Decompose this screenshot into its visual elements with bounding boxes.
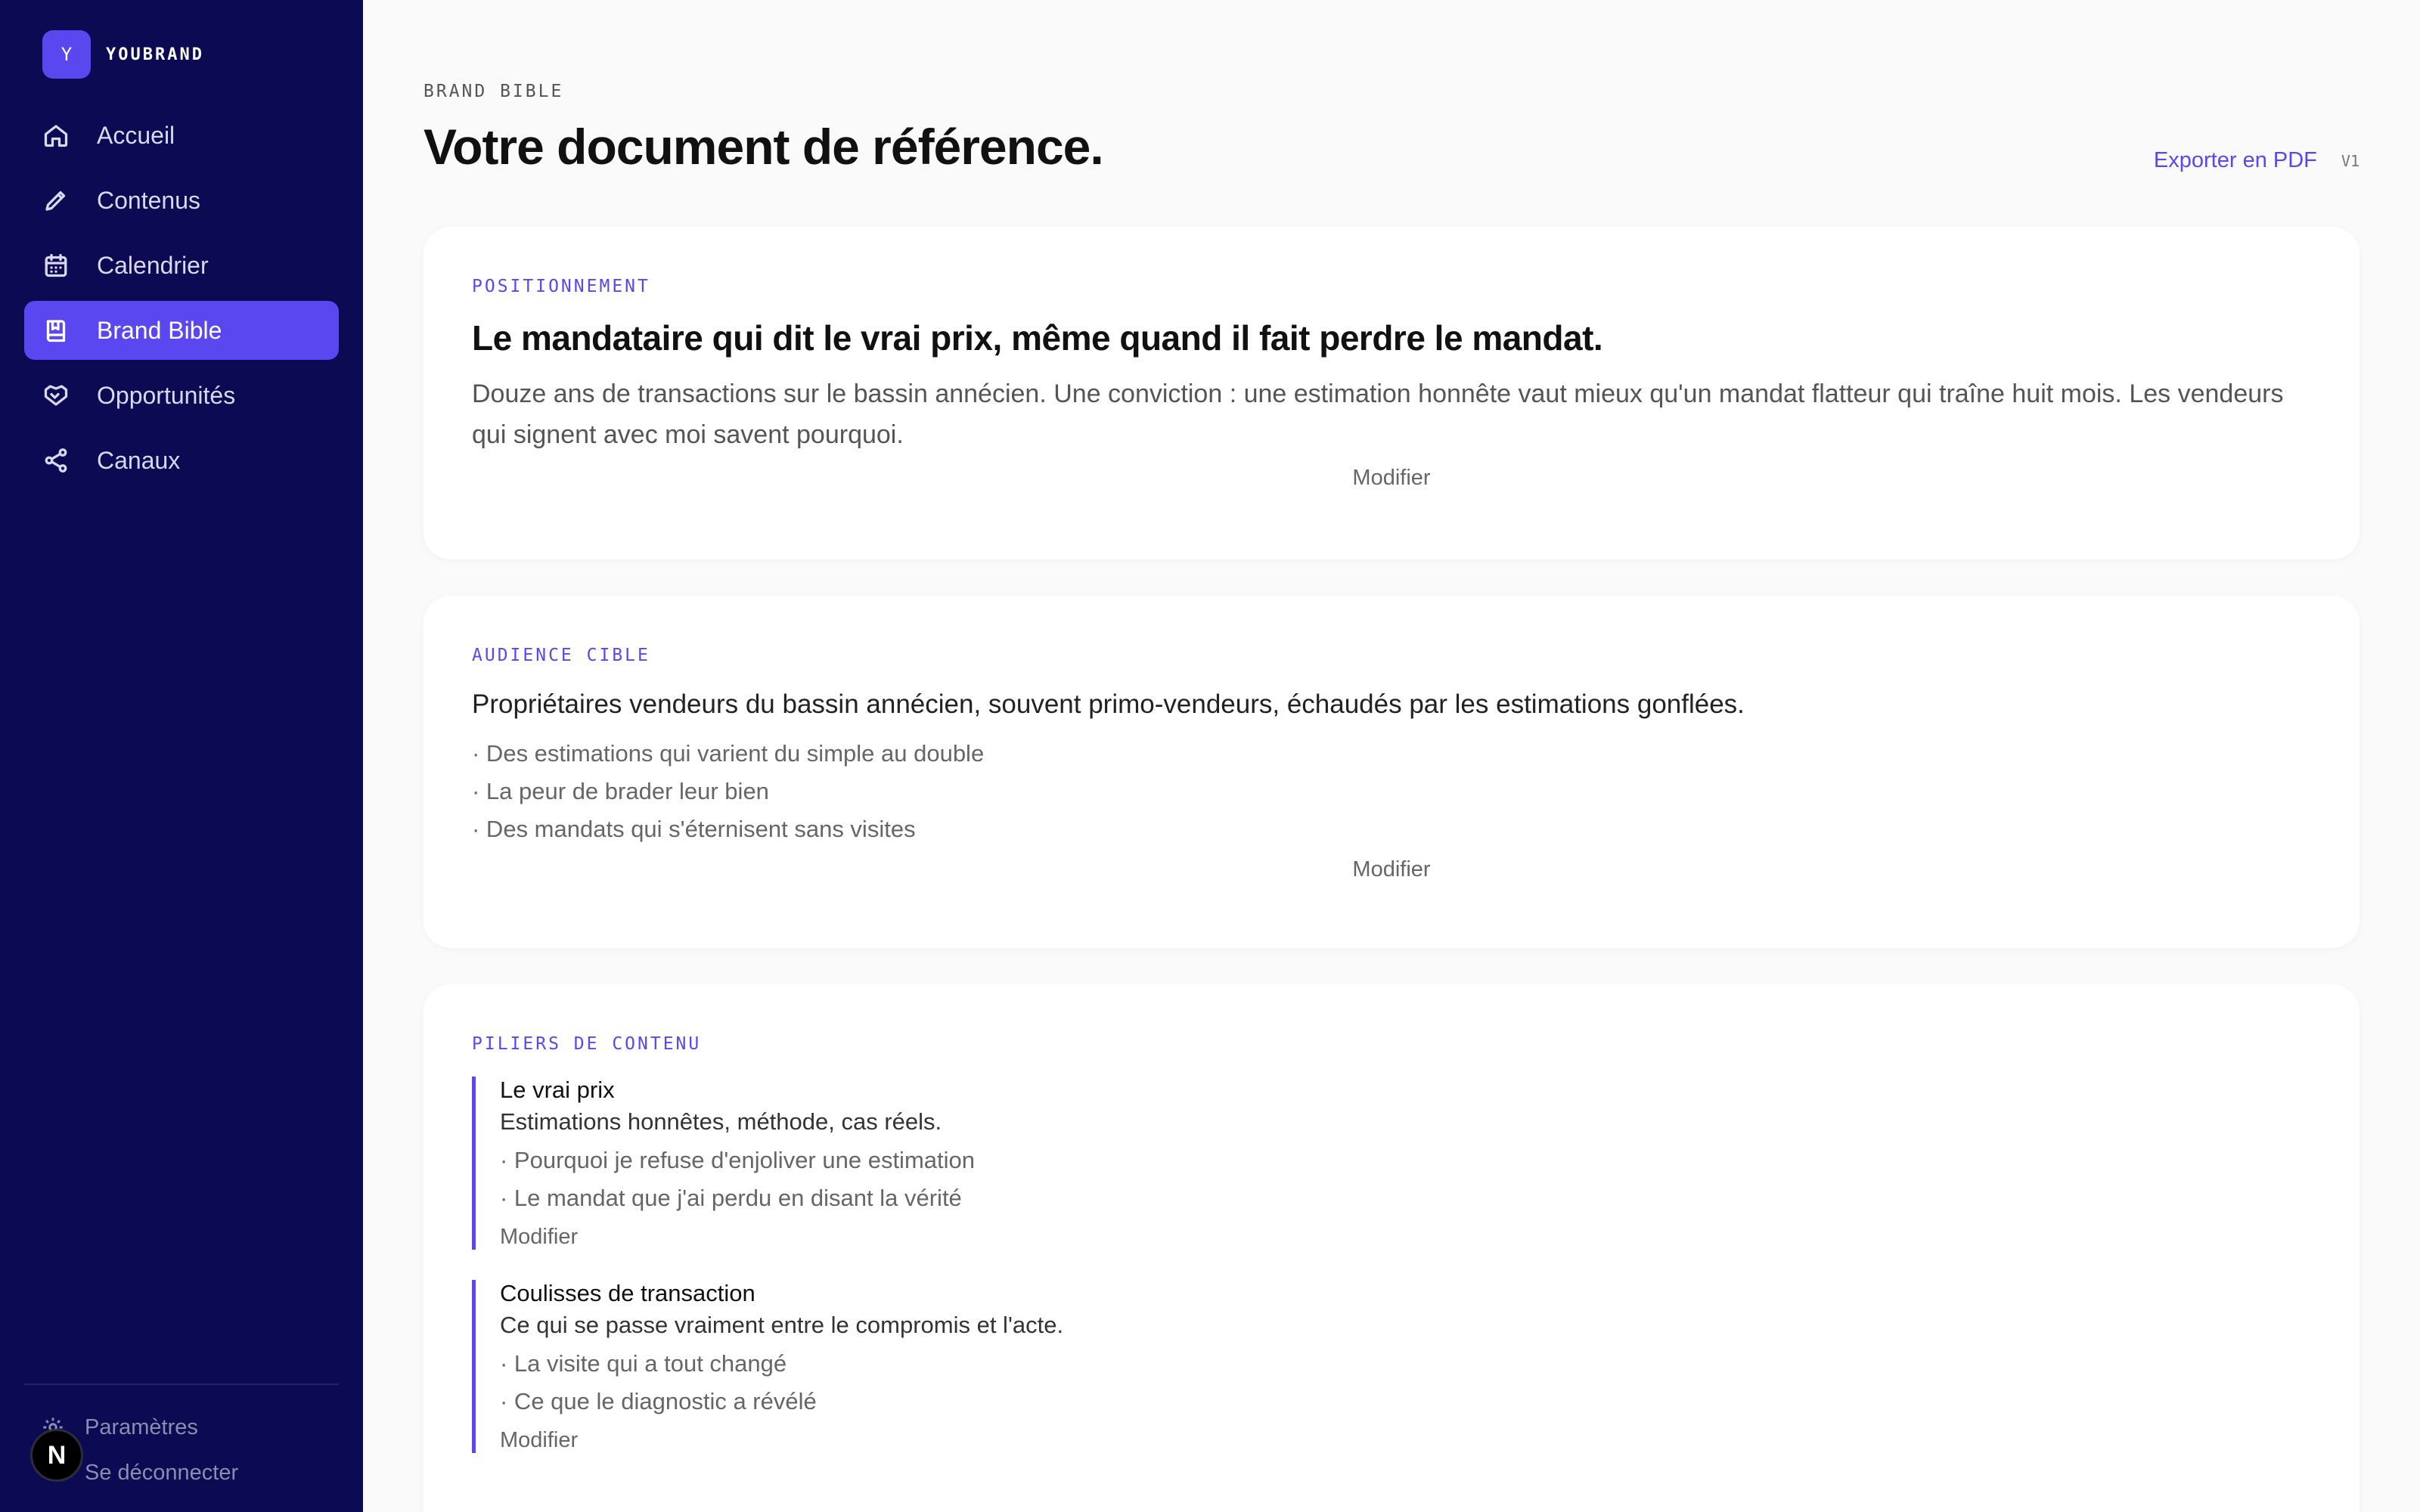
list-item: · Ce que le diagnostic a révélé <box>500 1388 817 1414</box>
sidebar-item-label: Brand Bible <box>97 316 222 344</box>
pillar-title: Le vrai prix <box>500 1077 615 1103</box>
brand[interactable]: Y YOUBRAND <box>42 30 204 79</box>
card-label: AUDIENCE CIBLE <box>472 646 650 665</box>
pillar-ideas: · Pourquoi je refuse d'enjoliver une est… <box>500 1142 2311 1217</box>
positioning-text: Douze ans de transactions sur le bassin … <box>472 380 2284 449</box>
sidebar-item-calendrier[interactable]: Calendrier <box>24 236 339 295</box>
sidebar-item-label: Opportunités <box>97 381 236 409</box>
modify-button[interactable]: Modifier <box>500 1225 2311 1250</box>
audience-lead: Propriétaires vendeurs du bassin annécie… <box>472 689 1745 719</box>
pillar-item: Le vrai prix Estimations honnêtes, métho… <box>472 1077 2311 1250</box>
home-icon <box>41 120 71 150</box>
dev-badge[interactable]: N <box>30 1429 83 1482</box>
version-badge: V1 <box>2341 151 2360 170</box>
page-title: Votre document de référence. <box>424 119 1104 175</box>
sidebar-item-canaux[interactable]: Canaux <box>24 431 339 490</box>
card-label: PILIERS DE CONTENU <box>472 1034 702 1054</box>
sidebar-divider <box>24 1383 339 1385</box>
settings-label: Paramètres <box>85 1414 198 1439</box>
brand-name: YOUBRAND <box>106 45 204 64</box>
sidebar-item-label: Canaux <box>97 446 181 474</box>
list-item: · Le mandat que j'ai perdu en disant la … <box>500 1185 962 1211</box>
audience-card: AUDIENCE CIBLE Propriétaires vendeurs du… <box>424 596 2360 948</box>
sidebar-item-contenus[interactable]: Contenus <box>24 171 339 230</box>
header-actions: Exporter en PDF V1 <box>2154 148 2360 173</box>
positioning-card: POSITIONNEMENT Le mandataire qui dit le … <box>424 227 2360 559</box>
sidebar-nav: Accueil Contenus Calendrier Brand Bible … <box>24 106 339 496</box>
list-item: · Pourquoi je refuse d'enjoliver une est… <box>500 1147 975 1173</box>
logout-label: Se déconnecter <box>85 1460 239 1485</box>
card-label: POSITIONNEMENT <box>472 277 650 296</box>
sidebar-item-accueil[interactable]: Accueil <box>24 106 339 165</box>
export-pdf-link[interactable]: Exporter en PDF <box>2154 148 2317 173</box>
brand-logo: Y <box>42 30 91 79</box>
list-item: · La peur de brader leur bien <box>472 778 769 804</box>
audience-pains: · Des estimations qui varient du simple … <box>472 735 2311 848</box>
pillars-card: PILIERS DE CONTENU Le vrai prix Estimati… <box>424 984 2360 1512</box>
sidebar-item-opportunites[interactable]: Opportunités <box>24 366 339 425</box>
positioning-headline: Le mandataire qui dit le vrai prix, même… <box>472 318 1603 358</box>
list-item: · La visite qui a tout changé <box>500 1350 787 1377</box>
modify-button[interactable]: Modifier <box>472 466 2311 491</box>
modify-button[interactable]: Modifier <box>500 1428 2311 1453</box>
sidebar-item-label: Calendrier <box>97 251 209 279</box>
pillar-desc: Estimations honnêtes, méthode, cas réels… <box>500 1108 942 1135</box>
pillar-desc: Ce qui se passe vraiment entre le compro… <box>500 1312 1064 1338</box>
sidebar: Y YOUBRAND Accueil Contenus Calendrier B… <box>0 0 363 1512</box>
list-item: · Des estimations qui varient du simple … <box>472 740 985 767</box>
pillar-item: Coulisses de transaction Ce qui se passe… <box>472 1280 2311 1453</box>
sidebar-item-label: Accueil <box>97 121 175 149</box>
modify-button[interactable]: Modifier <box>472 857 2311 882</box>
pillar-title: Coulisses de transaction <box>500 1280 755 1306</box>
list-item: · Des mandats qui s'éternisent sans visi… <box>472 816 916 842</box>
book-icon <box>41 315 71 345</box>
pillar-ideas: · La visite qui a tout changé · Ce que l… <box>500 1345 2311 1421</box>
sidebar-item-label: Contenus <box>97 186 200 214</box>
share-icon <box>41 445 71 476</box>
sidebar-item-brand-bible[interactable]: Brand Bible <box>24 301 339 360</box>
page-eyebrow: BRAND BIBLE <box>424 82 564 101</box>
pen-icon <box>41 185 71 215</box>
calendar-icon <box>41 250 71 280</box>
handshake-icon <box>41 380 71 411</box>
